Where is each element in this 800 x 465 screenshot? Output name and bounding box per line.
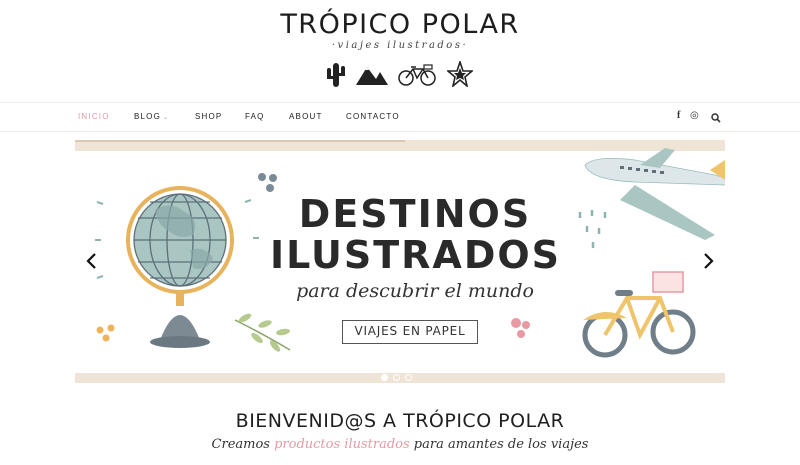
welcome-title: BIENVENID@S A TRÓPICO POLAR bbox=[235, 410, 565, 432]
slider-dots bbox=[381, 373, 421, 382]
slide-heading-line1: DESTINOS bbox=[298, 192, 532, 236]
airplane-illustration bbox=[584, 148, 725, 240]
site-tagline: ·viajes ilustrados· bbox=[331, 40, 469, 51]
decor-dot bbox=[258, 173, 266, 181]
facebook-icon[interactable]: f bbox=[677, 110, 680, 121]
chevron-down-icon: ⌄ bbox=[163, 115, 170, 121]
nav-item-shop[interactable]: SHOP bbox=[195, 112, 222, 121]
decor-dashes bbox=[578, 210, 607, 248]
mountains-icon bbox=[356, 67, 388, 85]
nav-item-contacto[interactable]: CONTACTO bbox=[346, 112, 400, 121]
slider-dot-1[interactable] bbox=[381, 374, 388, 381]
bicycle-illustration bbox=[582, 271, 696, 358]
leaf-branch bbox=[234, 313, 291, 352]
brand-icons bbox=[325, 61, 475, 89]
viajes-en-papel-button[interactable]: VIAJES EN PAPEL bbox=[342, 320, 478, 344]
bicycle-icon bbox=[398, 64, 436, 86]
decor-dot bbox=[107, 324, 115, 332]
decor-dot bbox=[522, 321, 530, 329]
nav-item-blog-label: BLOG bbox=[134, 112, 162, 121]
nav-item-blog[interactable]: BLOG ⌄ bbox=[134, 112, 169, 121]
slide-heading-line2: ILUSTRADOS bbox=[270, 233, 562, 277]
nav-item-inicio[interactable]: INICIO bbox=[78, 112, 110, 121]
slider-dot-3[interactable] bbox=[405, 374, 412, 381]
welcome-subtitle-after: para amantes de los viajes bbox=[409, 437, 589, 452]
nav-item-faq[interactable]: FAQ bbox=[245, 112, 265, 121]
main-nav: INICIO BLOG ⌄ SHOP FAQ ABOUT CONTACTO f ◎ bbox=[0, 102, 800, 132]
decor-dot bbox=[102, 334, 110, 342]
decor-dot bbox=[96, 326, 104, 334]
productos-ilustrados-link[interactable]: productos ilustrados bbox=[274, 437, 410, 452]
cactus-icon bbox=[327, 63, 345, 87]
slider-dot-2[interactable] bbox=[393, 374, 400, 381]
decor-dot bbox=[511, 318, 521, 328]
slider-next-arrow-icon[interactable] bbox=[701, 252, 715, 270]
hero-slider[interactable]: DESTINOS ILUSTRADOS para descubrir el mu… bbox=[75, 140, 725, 383]
instagram-icon[interactable]: ◎ bbox=[690, 110, 699, 121]
decor-dot bbox=[517, 330, 525, 338]
welcome-subtitle: Creamos productos ilustrados para amante… bbox=[0, 437, 800, 452]
nav-item-about[interactable]: ABOUT bbox=[289, 112, 323, 121]
globe-illustration bbox=[126, 186, 234, 348]
welcome-subtitle-before: Creamos bbox=[211, 437, 275, 452]
slider-prev-arrow-icon[interactable] bbox=[85, 252, 99, 270]
decor-dot bbox=[266, 184, 274, 192]
search-icon[interactable] bbox=[711, 113, 721, 123]
site-title[interactable]: TRÓPICO POLAR bbox=[0, 9, 800, 40]
decor-dot bbox=[269, 174, 277, 182]
star-icon bbox=[447, 61, 473, 87]
slide-subtitle: para descubrir el mundo bbox=[296, 280, 534, 302]
site-header: TRÓPICO POLAR ·viajes ilustrados· bbox=[0, 0, 800, 102]
